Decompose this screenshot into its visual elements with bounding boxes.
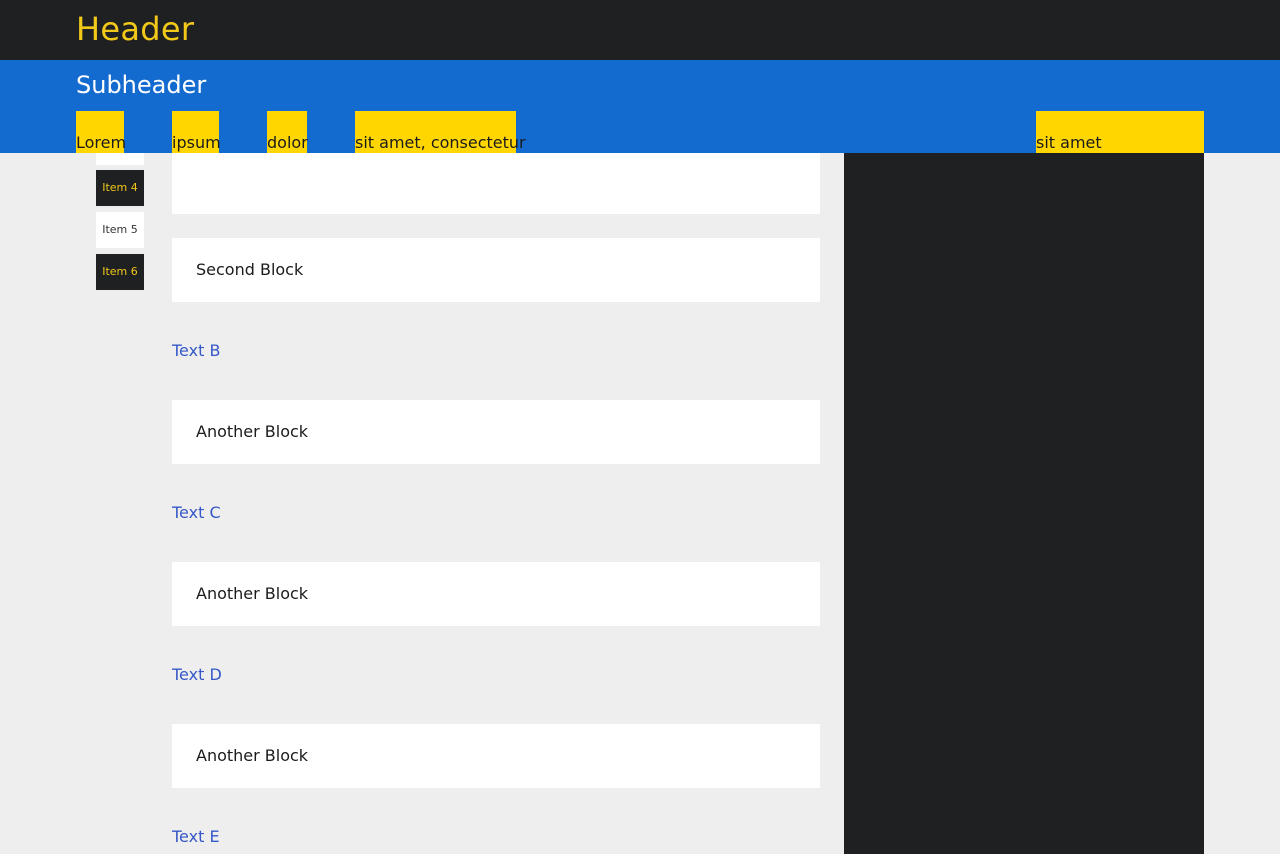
header-bar: Header bbox=[0, 0, 1280, 60]
subheader-title: Subheader bbox=[76, 71, 207, 99]
content-block: Another Block bbox=[172, 724, 820, 788]
nav-item-ipsum[interactable]: ipsum bbox=[172, 111, 221, 153]
header-title: Header bbox=[76, 10, 195, 48]
sidebar-item-4[interactable]: Item 4 bbox=[96, 170, 144, 206]
text-link[interactable]: Text D bbox=[172, 665, 222, 685]
content-block: Another Block bbox=[172, 562, 820, 626]
nav-item-dolor[interactable]: dolor bbox=[267, 111, 308, 153]
content-block: Second Block bbox=[172, 238, 820, 302]
sidebar-item-5[interactable]: Item 5 bbox=[96, 212, 144, 248]
content-block: Another Block bbox=[172, 400, 820, 464]
text-link[interactable]: Text C bbox=[172, 503, 221, 523]
nav-item-sit-amet-consectetur[interactable]: sit amet, consectetur bbox=[355, 111, 526, 153]
page: Header Item 4 Item 5 Item 6 Second Block… bbox=[0, 0, 1280, 854]
right-panel bbox=[844, 153, 1204, 854]
subheader-bar: Subheader Lorem ipsum dolor sit amet, co… bbox=[0, 60, 1280, 153]
text-link[interactable]: Text B bbox=[172, 341, 220, 361]
nav-item-lorem[interactable]: Lorem bbox=[76, 111, 126, 153]
nav-item-sit-amet[interactable]: sit amet bbox=[1036, 111, 1204, 153]
text-link[interactable]: Text E bbox=[172, 827, 220, 847]
sidebar-item-6[interactable]: Item 6 bbox=[96, 254, 144, 290]
